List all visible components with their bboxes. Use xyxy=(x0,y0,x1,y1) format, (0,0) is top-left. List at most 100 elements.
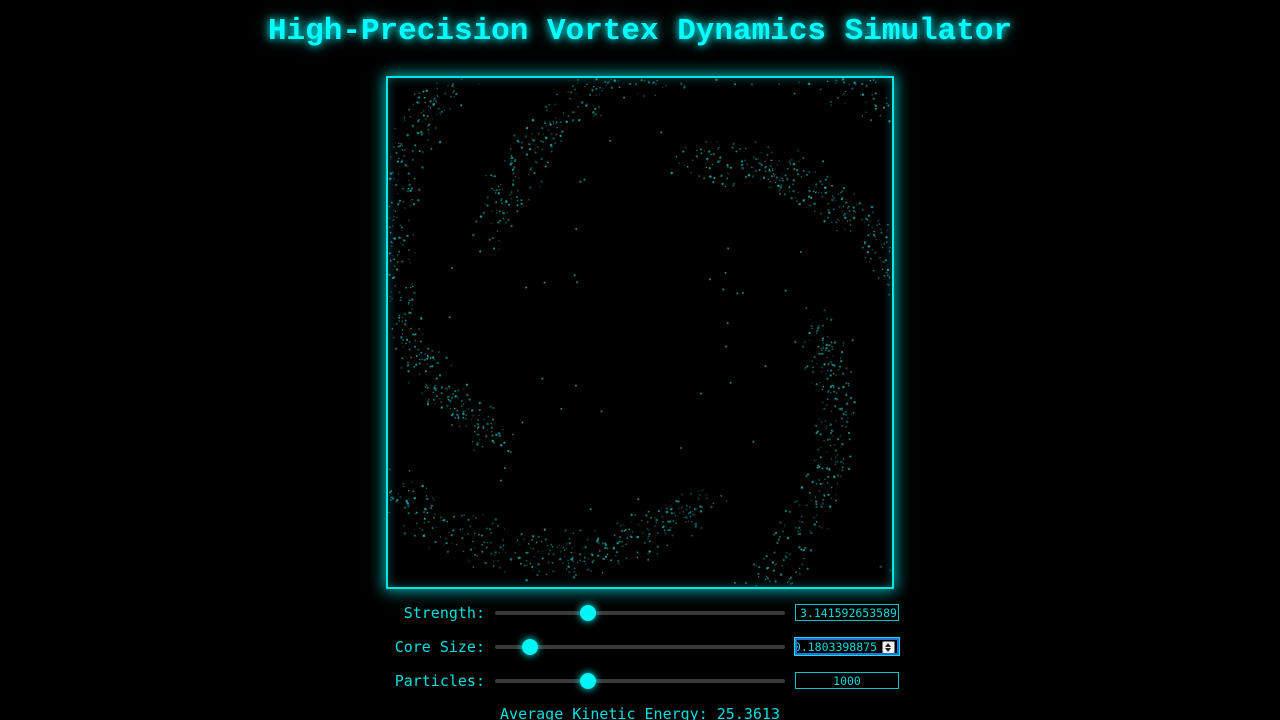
particle xyxy=(500,479,503,482)
particle xyxy=(490,174,493,177)
strength-slider-thumb[interactable] xyxy=(579,605,596,621)
particle xyxy=(516,139,520,143)
particle xyxy=(741,291,744,294)
particle xyxy=(656,553,658,555)
particle xyxy=(814,171,816,173)
particle xyxy=(520,141,523,144)
particle xyxy=(649,540,651,543)
core-size-input[interactable]: 0.1803398875 xyxy=(795,638,899,655)
particle xyxy=(393,237,396,240)
particle xyxy=(754,141,757,144)
particles-slider[interactable] xyxy=(495,673,785,689)
particle xyxy=(460,405,463,408)
particle xyxy=(547,544,549,547)
particle xyxy=(819,180,822,183)
particle xyxy=(827,216,830,219)
spinner-up-down-icon[interactable] xyxy=(882,641,895,653)
particles-input[interactable]: 1000 xyxy=(795,672,899,689)
strength-slider[interactable] xyxy=(495,605,785,621)
particle xyxy=(692,159,694,161)
spinner-down-icon[interactable] xyxy=(885,648,891,652)
simulation-canvas[interactable] xyxy=(386,76,894,589)
particle xyxy=(579,180,582,183)
particle xyxy=(481,550,484,553)
particle xyxy=(451,542,453,544)
particles-slider-thumb[interactable] xyxy=(579,673,596,689)
particle xyxy=(422,534,426,537)
strength-input[interactable]: 3.14159265358979 xyxy=(795,604,899,621)
particle xyxy=(810,499,812,501)
particle xyxy=(393,265,396,267)
particle xyxy=(809,529,811,531)
particle xyxy=(404,207,406,209)
particle xyxy=(847,384,850,387)
particle xyxy=(394,284,397,287)
particle xyxy=(690,492,692,495)
particle xyxy=(798,546,801,549)
particle xyxy=(411,283,413,285)
particle xyxy=(617,562,620,565)
particle xyxy=(694,522,697,526)
vortex-particle-field[interactable] xyxy=(388,78,892,587)
particle xyxy=(706,161,708,164)
particle xyxy=(601,572,604,574)
particle xyxy=(864,217,867,220)
particle xyxy=(620,529,624,533)
particle xyxy=(792,179,796,182)
core-size-slider[interactable] xyxy=(495,639,785,655)
particle xyxy=(558,544,560,546)
particle xyxy=(790,164,792,166)
particle xyxy=(675,500,678,503)
particle xyxy=(533,555,535,558)
particle xyxy=(665,507,669,510)
particle xyxy=(426,511,429,514)
particle xyxy=(647,510,650,513)
particle xyxy=(700,527,703,529)
particle xyxy=(467,408,470,410)
particle xyxy=(851,87,854,90)
particle xyxy=(495,433,498,437)
particle xyxy=(516,204,519,207)
particle xyxy=(844,410,847,414)
particle xyxy=(771,151,773,154)
particle xyxy=(803,557,805,560)
particle xyxy=(766,154,769,156)
core-size-slider-thumb[interactable] xyxy=(521,639,538,655)
particle xyxy=(436,95,439,97)
particle xyxy=(664,532,667,535)
particle xyxy=(542,141,545,143)
particle xyxy=(462,388,465,390)
particle xyxy=(604,555,608,558)
particle xyxy=(402,345,404,348)
particle xyxy=(792,189,795,193)
particle xyxy=(824,478,826,480)
particle xyxy=(401,260,404,263)
particle xyxy=(559,557,562,561)
particle xyxy=(879,565,882,568)
particle xyxy=(531,547,535,550)
particle xyxy=(879,228,882,231)
particle xyxy=(565,568,568,570)
particle xyxy=(733,581,736,584)
particle xyxy=(411,285,414,288)
particle xyxy=(826,377,829,380)
particle xyxy=(451,398,453,400)
particle xyxy=(591,561,594,564)
particle xyxy=(841,466,844,469)
particle xyxy=(654,525,656,527)
particle xyxy=(595,94,598,96)
particle xyxy=(888,293,891,296)
particle xyxy=(399,299,402,302)
particle xyxy=(788,553,791,556)
particle xyxy=(846,206,849,209)
particle xyxy=(801,345,805,348)
particle xyxy=(830,392,832,394)
particle xyxy=(814,210,816,213)
particle xyxy=(583,560,586,563)
particle xyxy=(816,332,818,334)
particle xyxy=(425,487,428,489)
particle xyxy=(656,545,660,548)
spinner-up-icon[interactable] xyxy=(885,643,891,647)
particle xyxy=(786,167,789,170)
particle xyxy=(424,386,427,388)
